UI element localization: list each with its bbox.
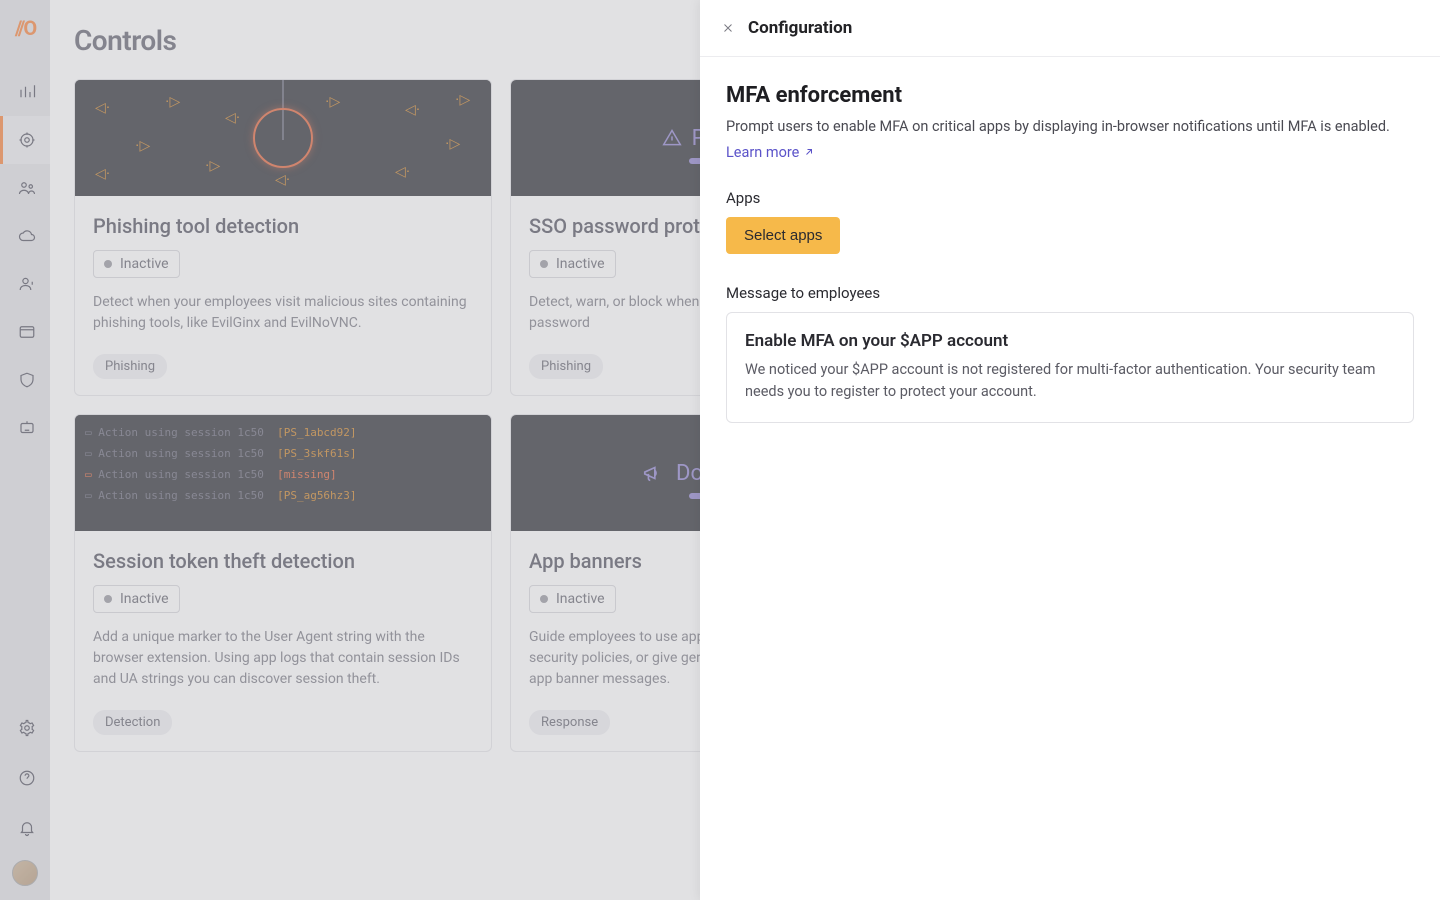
status-badge: Inactive xyxy=(529,250,616,278)
select-apps-button[interactable]: Select apps xyxy=(726,217,840,254)
control-card[interactable]: ▭ Action using session 1c50 [PS_1abcd92]… xyxy=(74,414,492,752)
status-dot-icon xyxy=(104,260,112,268)
learn-more-link[interactable]: Learn more xyxy=(726,144,815,161)
sidebar-item-chatbot[interactable] xyxy=(0,404,50,452)
gear-icon xyxy=(18,719,36,737)
status-text: Inactive xyxy=(120,591,169,607)
drawer-body: MFA enforcement Prompt users to enable M… xyxy=(700,57,1440,449)
card-title: Session token theft detection xyxy=(93,549,473,573)
people-icon xyxy=(18,179,36,197)
card-illustration-phish: ◁⋅ ⋅▷ ◁⋅ ⋅▷ ◁⋅ ⋅▷ ◁⋅ ⋅▷ ◁⋅ ⋅▷ ◁⋅ ⋅▷ xyxy=(75,80,491,196)
message-preview-title: Enable MFA on your $APP account xyxy=(745,331,1395,351)
status-text: Inactive xyxy=(556,256,605,272)
config-title: MFA enforcement xyxy=(726,83,1414,108)
sidebar: //O xyxy=(0,0,50,900)
apps-section-label: Apps xyxy=(726,189,1414,207)
target-icon xyxy=(18,131,36,149)
help-icon xyxy=(18,769,36,787)
megaphone-icon xyxy=(642,462,664,484)
sidebar-item-shield[interactable] xyxy=(0,356,50,404)
shield-icon xyxy=(18,371,36,389)
control-card[interactable]: ◁⋅ ⋅▷ ◁⋅ ⋅▷ ◁⋅ ⋅▷ ◁⋅ ⋅▷ ◁⋅ ⋅▷ ◁⋅ ⋅▷ Phis… xyxy=(74,79,492,396)
sidebar-item-settings[interactable] xyxy=(0,704,50,752)
status-text: Inactive xyxy=(120,256,169,272)
message-preview-box[interactable]: Enable MFA on your $APP account We notic… xyxy=(726,312,1414,423)
bell-icon xyxy=(18,819,36,837)
status-dot-icon xyxy=(540,595,548,603)
status-badge: Inactive xyxy=(529,585,616,613)
learn-more-label: Learn more xyxy=(726,144,799,161)
external-link-icon xyxy=(803,146,815,158)
sidebar-item-analytics[interactable] xyxy=(0,68,50,116)
status-dot-icon xyxy=(104,595,112,603)
message-preview-body: We noticed your $APP account is not regi… xyxy=(745,359,1395,404)
status-badge: Inactive xyxy=(93,250,180,278)
sidebar-item-help[interactable] xyxy=(0,754,50,802)
sidebar-item-user-alert[interactable] xyxy=(0,260,50,308)
chat-bot-icon xyxy=(18,419,36,437)
close-icon[interactable] xyxy=(722,22,734,34)
warning-icon xyxy=(662,128,682,148)
card-title: Phishing tool detection xyxy=(93,214,473,238)
sidebar-item-window[interactable] xyxy=(0,308,50,356)
card-description: Detect when your employees visit malicio… xyxy=(93,292,473,334)
card-illustration-code: ▭ Action using session 1c50 [PS_1abcd92]… xyxy=(75,415,491,531)
cloud-icon xyxy=(18,227,36,245)
user-warn-icon xyxy=(18,275,36,293)
sidebar-item-cloud[interactable] xyxy=(0,212,50,260)
drawer-header: Configuration xyxy=(700,0,1440,57)
card-description: Add a unique marker to the User Agent st… xyxy=(93,627,473,690)
avatar[interactable] xyxy=(12,860,38,886)
window-icon xyxy=(18,323,36,341)
configuration-drawer: Configuration MFA enforcement Prompt use… xyxy=(700,0,1440,900)
status-dot-icon xyxy=(540,260,548,268)
tag: Detection xyxy=(93,710,172,735)
sidebar-item-notifications[interactable] xyxy=(0,804,50,852)
analytics-icon xyxy=(18,83,36,101)
tag: Phishing xyxy=(529,354,603,379)
sidebar-item-people[interactable] xyxy=(0,164,50,212)
tag: Response xyxy=(529,710,610,735)
message-section-label: Message to employees xyxy=(726,284,1414,302)
sidebar-item-controls[interactable] xyxy=(0,116,50,164)
status-text: Inactive xyxy=(556,591,605,607)
tag: Phishing xyxy=(93,354,167,379)
logo: //O xyxy=(15,16,35,40)
drawer-title: Configuration xyxy=(748,18,852,38)
config-description: Prompt users to enable MFA on critical a… xyxy=(726,116,1414,138)
status-badge: Inactive xyxy=(93,585,180,613)
